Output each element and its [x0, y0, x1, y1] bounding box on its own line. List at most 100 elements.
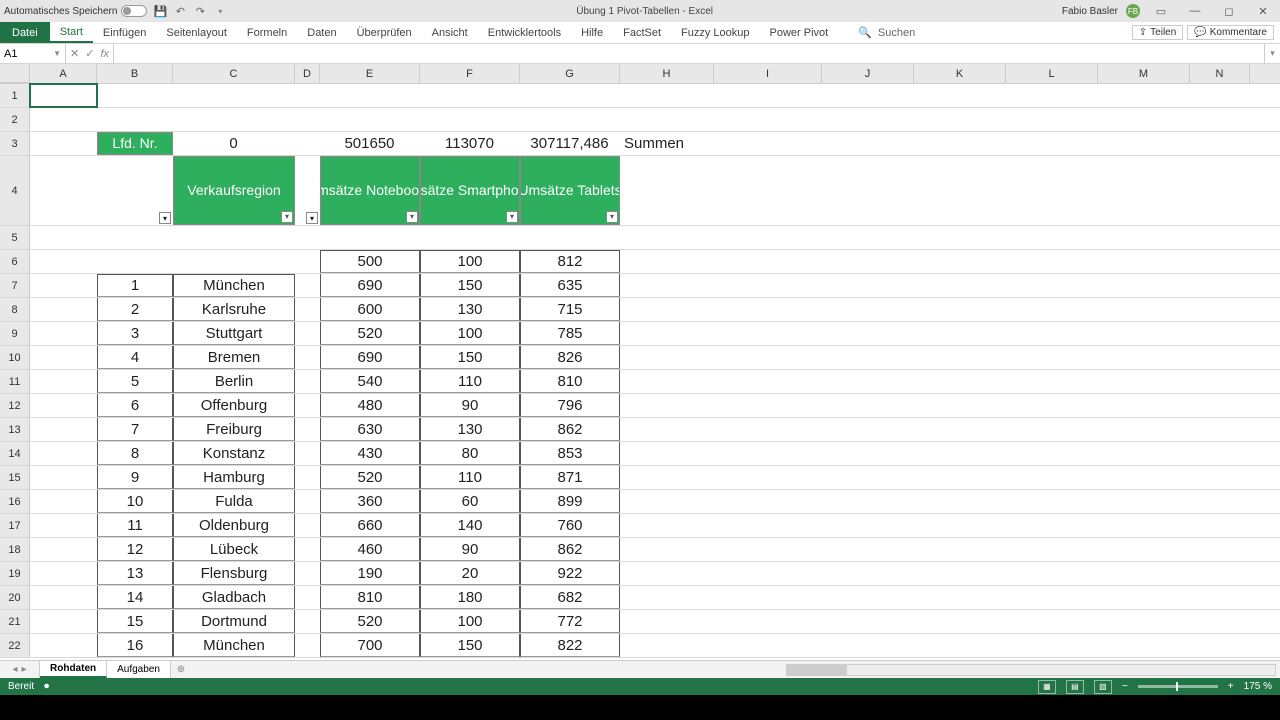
- zoom-slider[interactable]: [1138, 685, 1218, 688]
- cell[interactable]: [620, 538, 714, 561]
- cell[interactable]: 862: [520, 538, 620, 561]
- cell[interactable]: [620, 226, 714, 249]
- cell[interactable]: Oldenburg: [173, 514, 295, 537]
- tab-überprüfen[interactable]: Überprüfen: [347, 22, 422, 43]
- cell[interactable]: 130: [420, 418, 520, 441]
- cell[interactable]: 8: [97, 442, 173, 465]
- cell[interactable]: 690: [320, 346, 420, 369]
- filter-icon[interactable]: ▾: [306, 212, 318, 224]
- row-header[interactable]: 7: [0, 274, 30, 297]
- cell[interactable]: [30, 274, 97, 297]
- zoom-level[interactable]: 175 %: [1244, 681, 1272, 692]
- cell[interactable]: 430: [320, 442, 420, 465]
- column-header-E[interactable]: E: [320, 64, 420, 83]
- cell[interactable]: [320, 226, 420, 249]
- row-header[interactable]: 6: [0, 250, 30, 273]
- cell[interactable]: [620, 490, 714, 513]
- cell[interactable]: [30, 538, 97, 561]
- cell[interactable]: [173, 108, 295, 131]
- cell[interactable]: [620, 586, 714, 609]
- cell[interactable]: Flensburg: [173, 562, 295, 585]
- cell[interactable]: [30, 322, 97, 345]
- cell[interactable]: [295, 466, 320, 489]
- cell[interactable]: [420, 226, 520, 249]
- cell[interactable]: [97, 108, 173, 131]
- cell[interactable]: [30, 250, 97, 273]
- column-header-K[interactable]: K: [914, 64, 1006, 83]
- cell[interactable]: Stuttgart: [173, 322, 295, 345]
- close-icon[interactable]: ✕: [1250, 2, 1276, 20]
- cell[interactable]: 90: [420, 538, 520, 561]
- cell[interactable]: [520, 84, 620, 107]
- row-header[interactable]: 19: [0, 562, 30, 585]
- cell[interactable]: [295, 442, 320, 465]
- cell[interactable]: [30, 108, 97, 131]
- cell[interactable]: [30, 346, 97, 369]
- redo-icon[interactable]: ↷: [193, 4, 207, 18]
- ribbon-display-icon[interactable]: ▭: [1148, 2, 1174, 20]
- cell[interactable]: Hamburg: [173, 466, 295, 489]
- cell[interactable]: [620, 298, 714, 321]
- autosave-toggle[interactable]: Automatisches Speichern: [4, 5, 147, 17]
- cell[interactable]: [620, 562, 714, 585]
- cell[interactable]: 500: [320, 250, 420, 273]
- cell[interactable]: 150: [420, 274, 520, 297]
- header-umsaetze-smartphones[interactable]: Umsätze Smartphones▾: [420, 156, 520, 225]
- cell[interactable]: 90: [420, 394, 520, 417]
- row-header[interactable]: 2: [0, 108, 30, 131]
- cell[interactable]: 871: [520, 466, 620, 489]
- cell[interactable]: [173, 84, 295, 107]
- cell[interactable]: 110: [420, 370, 520, 393]
- cell[interactable]: [295, 250, 320, 273]
- cell[interactable]: 100: [420, 610, 520, 633]
- row-header[interactable]: 4: [0, 156, 30, 225]
- cell[interactable]: [30, 634, 97, 657]
- cell[interactable]: [620, 322, 714, 345]
- sheet-tab-rohdaten[interactable]: Rohdaten: [40, 661, 107, 678]
- column-header-H[interactable]: H: [620, 64, 714, 83]
- sheet-tab-aufgaben[interactable]: Aufgaben: [107, 661, 171, 678]
- share-button[interactable]: ⇪Teilen: [1132, 25, 1184, 40]
- header-umsaetze-notebooks[interactable]: Umsätze Notebooks▾: [320, 156, 420, 225]
- cell[interactable]: [320, 84, 420, 107]
- cell[interactable]: 826: [520, 346, 620, 369]
- column-header-F[interactable]: F: [420, 64, 520, 83]
- cell[interactable]: [295, 514, 320, 537]
- cell[interactable]: Berlin: [173, 370, 295, 393]
- cell[interactable]: [620, 370, 714, 393]
- cancel-formula-icon[interactable]: ✕: [70, 47, 79, 60]
- cell[interactable]: [295, 370, 320, 393]
- cell[interactable]: 1: [97, 274, 173, 297]
- cell[interactable]: 853: [520, 442, 620, 465]
- cell[interactable]: [620, 108, 714, 131]
- cell[interactable]: 140: [420, 514, 520, 537]
- cell[interactable]: [620, 610, 714, 633]
- tab-fuzzy lookup[interactable]: Fuzzy Lookup: [671, 22, 759, 43]
- cell[interactable]: 600: [320, 298, 420, 321]
- cell[interactable]: 520: [320, 322, 420, 345]
- row-header[interactable]: 1: [0, 84, 30, 107]
- cell[interactable]: [30, 490, 97, 513]
- cell[interactable]: [173, 226, 295, 249]
- cell[interactable]: 715: [520, 298, 620, 321]
- tab-einfügen[interactable]: Einfügen: [93, 22, 156, 43]
- row-header[interactable]: 16: [0, 490, 30, 513]
- cell[interactable]: [295, 274, 320, 297]
- cell[interactable]: Bremen: [173, 346, 295, 369]
- cell[interactable]: 0: [173, 132, 295, 155]
- row-header[interactable]: 10: [0, 346, 30, 369]
- cell[interactable]: [320, 108, 420, 131]
- enter-formula-icon[interactable]: ✓: [85, 47, 94, 60]
- cell[interactable]: Gladbach: [173, 586, 295, 609]
- tab-entwicklertools[interactable]: Entwicklertools: [478, 22, 571, 43]
- cell[interactable]: [620, 250, 714, 273]
- comments-button[interactable]: 💬Kommentare: [1187, 25, 1274, 40]
- column-header-J[interactable]: J: [822, 64, 914, 83]
- cell[interactable]: [295, 322, 320, 345]
- cell[interactable]: 501650: [320, 132, 420, 155]
- search-field[interactable]: Suchen: [878, 27, 915, 39]
- sheet-nav-next-icon[interactable]: ▸: [22, 664, 27, 675]
- cell[interactable]: Konstanz: [173, 442, 295, 465]
- cell[interactable]: 113070: [420, 132, 520, 155]
- cell-a1-selected[interactable]: [30, 84, 97, 107]
